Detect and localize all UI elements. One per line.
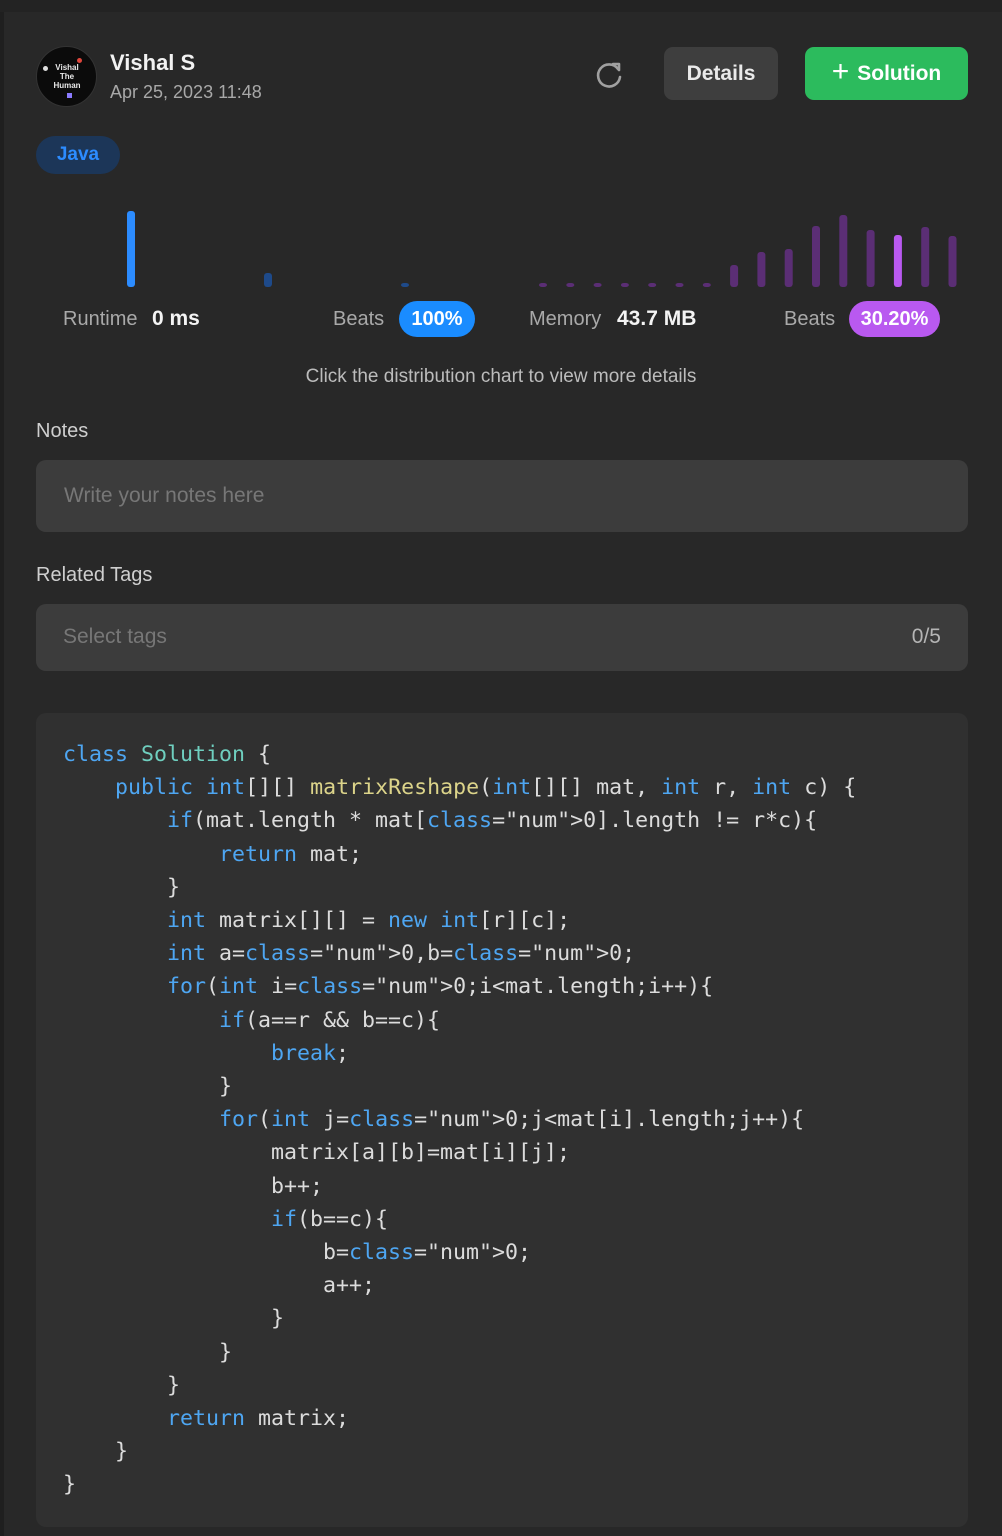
memory-distribution-bar[interactable]: [921, 227, 930, 287]
memory-distribution-bar[interactable]: [620, 283, 629, 287]
related-tags-label: Related Tags: [36, 564, 153, 586]
memory-distribution-bar[interactable]: [539, 283, 547, 287]
runtime-beats-label: Beats: [333, 308, 385, 330]
submission-date: Apr 25, 2023 11:48: [110, 82, 262, 102]
plus-icon: +: [831, 55, 850, 88]
memory-distribution-bar[interactable]: [566, 283, 575, 287]
memory-distribution-bar[interactable]: [593, 283, 602, 287]
runtime-label: Runtime: [63, 308, 138, 330]
runtime-distribution-bar[interactable]: [264, 273, 272, 287]
distribution-chart[interactable]: [0, 195, 1002, 295]
runtime-distribution-bar[interactable]: [127, 211, 135, 287]
memory-distribution-bar[interactable]: [839, 215, 848, 287]
tags-count: 0/5: [911, 625, 941, 648]
memory-distribution-bar[interactable]: [893, 235, 902, 287]
memory-distribution-bar[interactable]: [730, 265, 739, 287]
memory-distribution-bar[interactable]: [948, 236, 957, 287]
memory-beats-label: Beats: [784, 308, 836, 330]
avatar[interactable]: Vishal The Human: [36, 46, 97, 107]
memory-distribution-bar[interactable]: [866, 230, 875, 287]
tags-select[interactable]: Select tags 0/5: [36, 604, 968, 671]
top-strip: [0, 0, 1002, 12]
runtime-beats-badge: 100%: [399, 301, 475, 337]
avatar-dot: [67, 93, 72, 98]
solution-button-label: Solution: [857, 61, 942, 85]
memory-beats-badge: 30.20%: [849, 301, 940, 337]
tags-placeholder: Select tags: [63, 625, 167, 648]
memory-distribution-bar[interactable]: [702, 283, 711, 287]
memory-distribution-bar[interactable]: [675, 283, 684, 287]
memory-distribution-bar[interactable]: [648, 283, 657, 287]
notes-label: Notes: [36, 420, 89, 442]
memory-label: Memory: [529, 308, 602, 330]
details-button[interactable]: Details: [664, 47, 778, 100]
memory-distribution-bar[interactable]: [784, 249, 793, 287]
memory-distribution-bar[interactable]: [757, 252, 766, 287]
refresh-icon[interactable]: [592, 58, 626, 92]
user-name[interactable]: Vishal S: [110, 50, 195, 76]
notes-input[interactable]: [36, 460, 968, 532]
add-solution-button[interactable]: + Solution: [805, 47, 968, 100]
code-text: class Solution { public int[][] matrixRe…: [63, 742, 857, 1498]
language-badge: Java: [36, 136, 120, 174]
memory-value: 43.7 MB: [617, 307, 697, 330]
avatar-dot: [43, 66, 48, 71]
chart-hint: Click the distribution chart to view mor…: [305, 366, 697, 387]
runtime-value: 0 ms: [152, 307, 200, 330]
avatar-logo-text: Vishal The Human: [53, 63, 81, 90]
runtime-distribution-bar[interactable]: [401, 283, 409, 287]
memory-distribution-bar[interactable]: [812, 226, 820, 287]
